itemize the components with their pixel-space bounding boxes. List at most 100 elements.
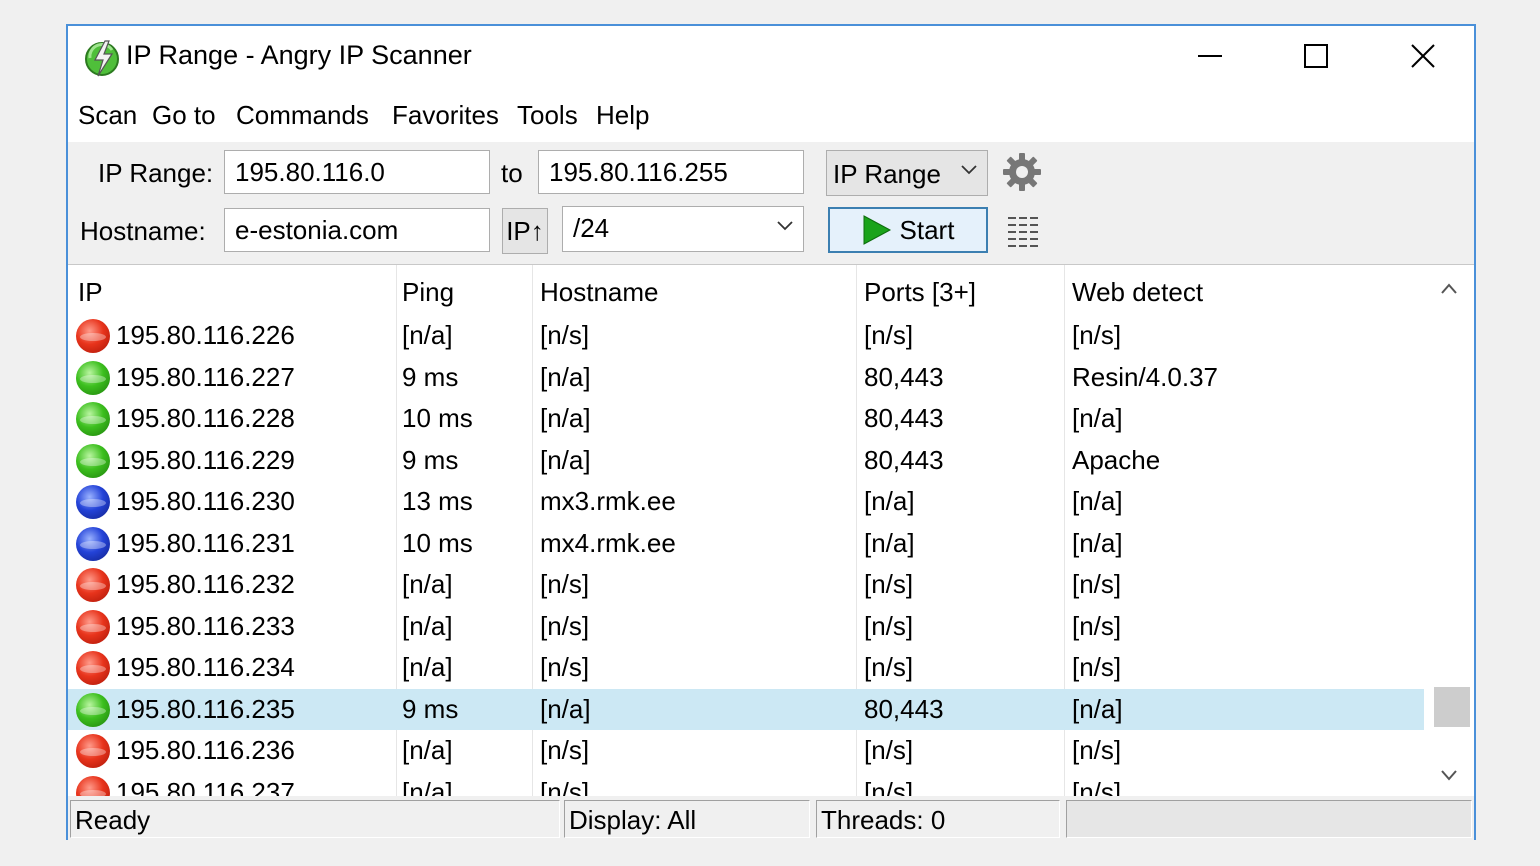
column-header-ping[interactable]: Ping [402,277,454,308]
cell-ip: 195.80.116.227 [116,361,295,392]
cell-ping: 9 ms [402,361,459,392]
cell-ip: 195.80.116.231 [116,527,295,558]
status-dead-icon [76,319,110,353]
scrollbar-thumb[interactable] [1434,687,1470,727]
close-button[interactable] [1393,36,1453,76]
cell-ping: 9 ms [402,693,459,724]
cell-ports: [n/s] [864,569,914,599]
status-dead-icon [76,734,110,768]
cell-ports: 80,443 [864,444,944,475]
fetchers-list-icon[interactable] [1006,214,1040,248]
menu-go-to[interactable]: Go to [152,100,216,131]
maximize-button[interactable] [1286,36,1346,76]
table-row[interactable]: 195.80.116.232 [n/a] [n/s] [n/s] [n/s] [68,564,1424,606]
close-icon [1411,44,1435,68]
cell-ports: [n/s] [864,652,914,682]
status-open-icon [76,443,110,478]
cell-ping: [n/a] [402,569,453,599]
cell-web: [n/s] [1072,776,1122,798]
cell-web: [n/a] [1072,527,1123,558]
results-table[interactable]: IP Ping Hostname Ports [3+] Web detect 1… [68,264,1474,797]
cell-hostname: [n/s] [540,735,590,765]
cell-web: [n/s] [1072,320,1122,350]
menu-scan[interactable]: Scan [78,100,137,131]
table-row[interactable]: 195.80.116.230 13 ms mx3.rmk.ee [n/a] [n/a] [68,481,1424,523]
cell-web: [n/a] [1072,693,1123,724]
from-ip-input[interactable]: 195.80.116.0 [224,150,490,194]
scroll-up-arrow-icon[interactable] [1441,283,1457,295]
feeder-select[interactable]: IP Range [826,150,988,196]
preferences-gear-icon[interactable] [1002,152,1042,192]
menu-bar: Scan Go to Commands Favorites Tools Help [68,96,1474,142]
status-open-icon [76,360,110,395]
cell-hostname: [n/a] [540,361,591,392]
cell-hostname: [n/s] [540,776,590,798]
status-dead-icon [76,609,110,644]
cell-ping: 10 ms [402,527,473,558]
cell-ip: 195.80.116.230 [116,486,295,516]
cell-ports: 80,443 [864,693,944,724]
cell-ports: [n/s] [864,610,914,641]
cell-ip: 195.80.116.232 [116,569,295,599]
status-state: Ready [70,800,560,838]
table-row[interactable]: 195.80.116.234 [n/a] [n/s] [n/s] [n/s] [68,647,1424,689]
cell-ports: [n/a] [864,527,915,558]
cell-ports: [n/s] [864,735,914,765]
menu-tools[interactable]: Tools [517,100,578,131]
ip-lookup-button[interactable]: IP↑ [502,208,548,254]
vertical-scrollbar[interactable] [1424,265,1474,797]
title-bar[interactable]: IP Range - Angry IP Scanner [68,26,1474,96]
cell-ip: 195.80.116.237 [116,776,295,798]
cell-ip: 195.80.116.236 [116,735,295,765]
column-header-hostname[interactable]: Hostname [540,277,659,308]
status-open-icon [76,692,110,727]
cell-hostname: [n/s] [540,652,590,682]
start-button[interactable]: Start [828,207,988,253]
table-row[interactable]: 195.80.116.237 [n/a] [n/s] [n/s] [n/s] [68,772,1424,798]
cell-hostname: [n/s] [540,569,590,599]
cell-hostname: [n/a] [540,403,591,433]
netmask-select[interactable]: /24 [562,206,804,252]
cell-ip: 195.80.116.229 [116,444,295,475]
table-row[interactable]: 195.80.116.227 9 ms [n/a] 80,443 Resin/4.0.3… [68,357,1424,399]
cell-web: Apache [1072,444,1161,475]
column-header-ports[interactable]: Ports [3+] [864,277,976,308]
start-label: Start [899,214,955,245]
cell-hostname: [n/a] [540,693,591,724]
table-row[interactable]: 195.80.116.229 9 ms [n/a] 80,443 Apache [68,440,1424,482]
table-row[interactable]: 195.80.116.228 10 ms [n/a] 80,443 [n/a] [68,398,1424,440]
play-icon [863,215,891,245]
column-header-web-detect[interactable]: Web detect [1072,277,1203,308]
hostname-input[interactable]: e-estonia.com [224,208,490,252]
menu-commands[interactable]: Commands [236,100,369,131]
toolbar: IP Range: 195.80.116.0 to 195.80.116.255… [68,142,1474,264]
status-dead-icon [76,568,110,602]
table-row[interactable]: 195.80.116.226 [n/a] [n/s] [n/s] [n/s] [68,315,1424,357]
scroll-down-arrow-icon[interactable] [1441,769,1457,781]
status-display: Display: All [564,800,810,838]
window-title: IP Range - Angry IP Scanner [126,40,472,70]
table-row[interactable]: 195.80.116.235 9 ms [n/a] 80,443 [n/a] [68,688,1424,730]
status-alive-icon [76,485,110,519]
menu-help[interactable]: Help [596,100,649,131]
cell-ping: [n/a] [402,652,453,682]
cell-web: [n/a] [1072,403,1123,433]
cell-ping: 13 ms [402,486,473,516]
cell-hostname: [n/s] [540,320,590,350]
cell-ip: 195.80.116.226 [116,320,295,350]
cell-hostname: mx3.rmk.ee [540,486,676,516]
chevron-down-icon [777,221,793,231]
minimize-button[interactable] [1180,36,1240,76]
table-row[interactable]: 195.80.116.231 10 ms mx4.rmk.ee [n/a] [n/a] [68,523,1424,565]
status-threads: Threads: 0 [816,800,1060,838]
table-row[interactable]: 195.80.116.233 [n/a] [n/s] [n/s] [n/s] [68,606,1424,648]
table-row[interactable]: 195.80.116.236 [n/a] [n/s] [n/s] [n/s] [68,730,1424,772]
menu-favorites[interactable]: Favorites [392,100,499,131]
to-ip-input[interactable]: 195.80.116.255 [538,150,804,194]
cell-ports: [n/s] [864,776,914,798]
cell-hostname: [n/a] [540,444,591,475]
cell-ports: 80,443 [864,361,944,392]
cell-ip: 195.80.116.234 [116,652,295,682]
status-dead-icon [76,651,110,685]
column-header-ip[interactable]: IP [78,277,103,308]
